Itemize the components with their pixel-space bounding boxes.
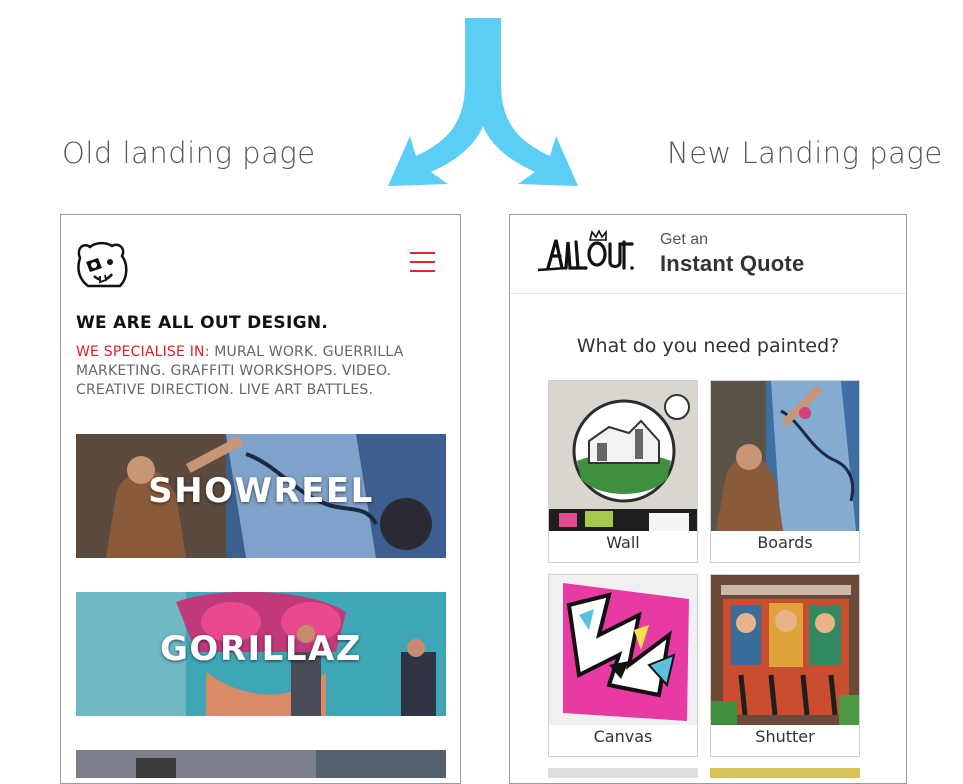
shutter-image [711, 575, 859, 725]
showreel-tile[interactable]: SHOWREEL [76, 434, 446, 558]
all-out-logo-icon[interactable] [536, 228, 636, 276]
option-label-canvas: Canvas [593, 727, 653, 746]
menu-hamburger-icon[interactable] [410, 252, 435, 274]
third-tile-image [76, 750, 446, 778]
option-card-wall[interactable]: Wall [548, 380, 698, 563]
showreel-title: SHOWREEL [148, 471, 374, 511]
option-label-shutter: Shutter [755, 727, 815, 746]
split-arrow-graphic [388, 18, 578, 186]
option-card-canvas[interactable]: Canvas [548, 574, 698, 757]
option-card-shutter[interactable]: Shutter [710, 574, 860, 757]
boards-image [711, 381, 859, 531]
new-landing-caption: New Landing page [667, 136, 943, 170]
specialise-label: WE SPECIALISE IN: [76, 344, 210, 360]
wall-image [549, 381, 697, 531]
old-page-heading: WE ARE ALL OUT DESIGN. [76, 313, 329, 333]
gorillaz-title: GORILLAZ [160, 629, 362, 669]
option-card-peek-right[interactable] [710, 768, 860, 778]
header-pretitle: Get an [660, 231, 709, 248]
bear-logo-icon[interactable] [74, 238, 130, 290]
option-label-wall: Wall [606, 533, 640, 552]
painting-question: What do you need painted? [576, 335, 840, 357]
instant-quote-title: Instant Quote [660, 251, 805, 276]
option-card-peek-left[interactable] [548, 768, 698, 778]
option-label-boards: Boards [757, 533, 813, 552]
gorillaz-tile[interactable]: GORILLAZ [76, 592, 446, 716]
canvas-image [549, 575, 697, 725]
specialise-text: WE SPECIALISE IN: MURAL WORK. GUERRILLA … [76, 343, 446, 400]
option-card-boards[interactable]: Boards [710, 380, 860, 563]
third-tile-peek[interactable] [76, 750, 446, 778]
old-landing-caption: Old landing page [62, 136, 316, 170]
